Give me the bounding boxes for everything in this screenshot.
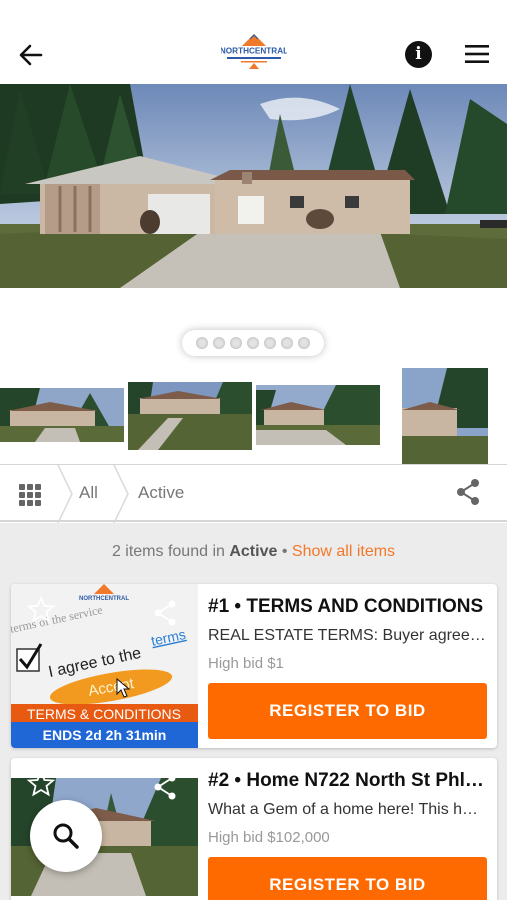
- search-fab[interactable]: [30, 800, 102, 872]
- item-card[interactable]: terms of the service I agree to the term…: [11, 584, 497, 748]
- gallery-thumbnail[interactable]: [128, 382, 252, 450]
- register-to-bid-button[interactable]: REGISTER TO BID: [208, 683, 487, 739]
- show-all-items-link[interactable]: Show all items: [292, 543, 395, 560]
- pager-dot[interactable]: [281, 337, 293, 349]
- image-logo-text: NORTHCENTRAL: [79, 596, 129, 602]
- star-icon[interactable]: [26, 595, 56, 624]
- results-status: Active: [229, 543, 278, 560]
- pager-dot[interactable]: [213, 337, 225, 349]
- auction-timer: ENDS 2d 2h 31min: [11, 722, 198, 748]
- results-count: 2 items found in: [111, 543, 225, 560]
- search-icon: [53, 823, 79, 849]
- pager-dot[interactable]: [196, 337, 208, 349]
- tab-all[interactable]: All: [79, 483, 98, 503]
- info-icon[interactable]: i: [405, 41, 432, 68]
- item-description: What a Gem of a home here! This home fea…: [208, 801, 486, 818]
- star-icon[interactable]: [26, 769, 56, 798]
- filter-bar: All Active: [0, 464, 507, 523]
- hero-photo[interactable]: [0, 84, 507, 288]
- back-arrow-icon[interactable]: [16, 40, 46, 70]
- tab-divider: [113, 465, 129, 523]
- grid-view-icon[interactable]: [19, 484, 41, 506]
- logo-text: NORTHCENTRAL: [221, 47, 287, 56]
- item-description: REAL ESTATE TERMS: Buyer agrees, by plac…: [208, 627, 486, 644]
- share-icon[interactable]: [153, 774, 177, 800]
- item-high-bid: High bid $102,000: [208, 829, 330, 846]
- register-to-bid-button[interactable]: REGISTER TO BID: [208, 857, 487, 900]
- gallery-thumbnail[interactable]: [256, 385, 380, 445]
- terms-banner-text: TERMS & CONDITIONS: [27, 706, 181, 722]
- pager-dot[interactable]: [298, 337, 310, 349]
- menu-icon[interactable]: [464, 44, 490, 64]
- share-icon[interactable]: [455, 478, 481, 506]
- pager-dot[interactable]: [264, 337, 276, 349]
- gallery-thumbnail[interactable]: [402, 368, 488, 464]
- app-bar: NORTHCENTRAL i: [0, 0, 507, 84]
- pager-dot[interactable]: [247, 337, 259, 349]
- item-high-bid: High bid $1: [208, 655, 284, 672]
- tab-active[interactable]: Active: [138, 483, 184, 503]
- gallery-pager[interactable]: [182, 330, 324, 356]
- item-title[interactable]: #1 • TERMS AND CONDITIONS: [208, 596, 486, 618]
- results-summary: 2 items found in Active • Show all items: [0, 543, 507, 561]
- share-icon[interactable]: [153, 600, 177, 626]
- item-title[interactable]: #2 • Home N722 North St Phlox WI: [208, 770, 486, 792]
- tab-divider: [57, 465, 73, 523]
- northcentral-logo: NORTHCENTRAL: [220, 32, 288, 70]
- results-separator: •: [281, 543, 288, 560]
- pager-dot[interactable]: [230, 337, 242, 349]
- gallery-thumbnail[interactable]: [0, 388, 124, 442]
